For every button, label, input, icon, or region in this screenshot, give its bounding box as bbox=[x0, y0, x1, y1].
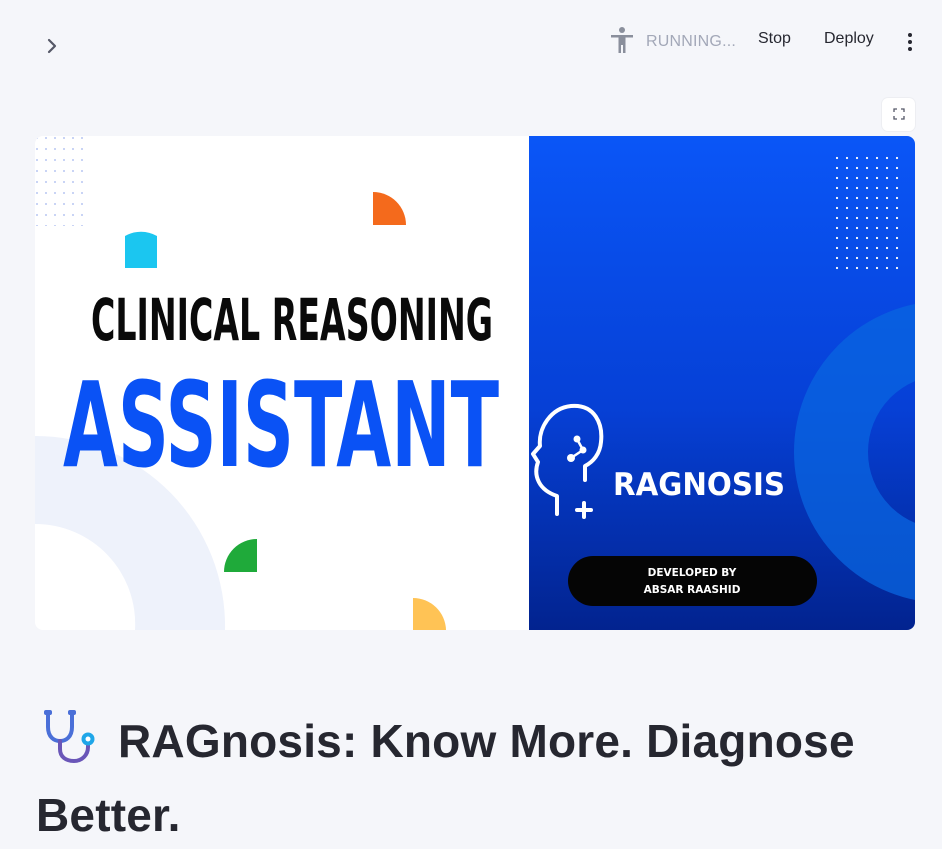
app-header: RUNNING... Stop Deploy bbox=[0, 0, 942, 84]
stop-button[interactable]: Stop bbox=[758, 30, 791, 48]
stethoscope-icon bbox=[42, 709, 100, 781]
credit-line-1: DEVELOPED BY bbox=[648, 567, 737, 579]
banner-brand: RAGNOSIS bbox=[613, 467, 785, 503]
credit-pill bbox=[568, 556, 817, 606]
banner-headline: CLINICAL REASONING bbox=[91, 286, 493, 354]
running-status-text: RUNNING... bbox=[646, 33, 736, 50]
deploy-button[interactable]: Deploy bbox=[824, 30, 874, 48]
running-status: RUNNING... bbox=[608, 26, 736, 58]
credit-line-2: ABSAR RAASHID bbox=[644, 584, 741, 596]
white-dot-grid bbox=[833, 156, 901, 272]
chevron-right-icon[interactable] bbox=[40, 34, 64, 58]
banner-subheadline: ASSISTANT bbox=[63, 356, 499, 494]
banner-image: CLINICAL REASONING ASSISTANT RAGNOSIS DE… bbox=[35, 136, 915, 630]
dot-grid-decoration bbox=[35, 136, 87, 226]
fullscreen-button[interactable] bbox=[882, 98, 915, 131]
running-person-icon bbox=[608, 26, 636, 58]
more-vertical-icon[interactable] bbox=[900, 30, 920, 54]
fullscreen-icon bbox=[892, 105, 905, 124]
page-title: RAGnosis: Know More. Diagnose Better. bbox=[36, 707, 916, 849]
